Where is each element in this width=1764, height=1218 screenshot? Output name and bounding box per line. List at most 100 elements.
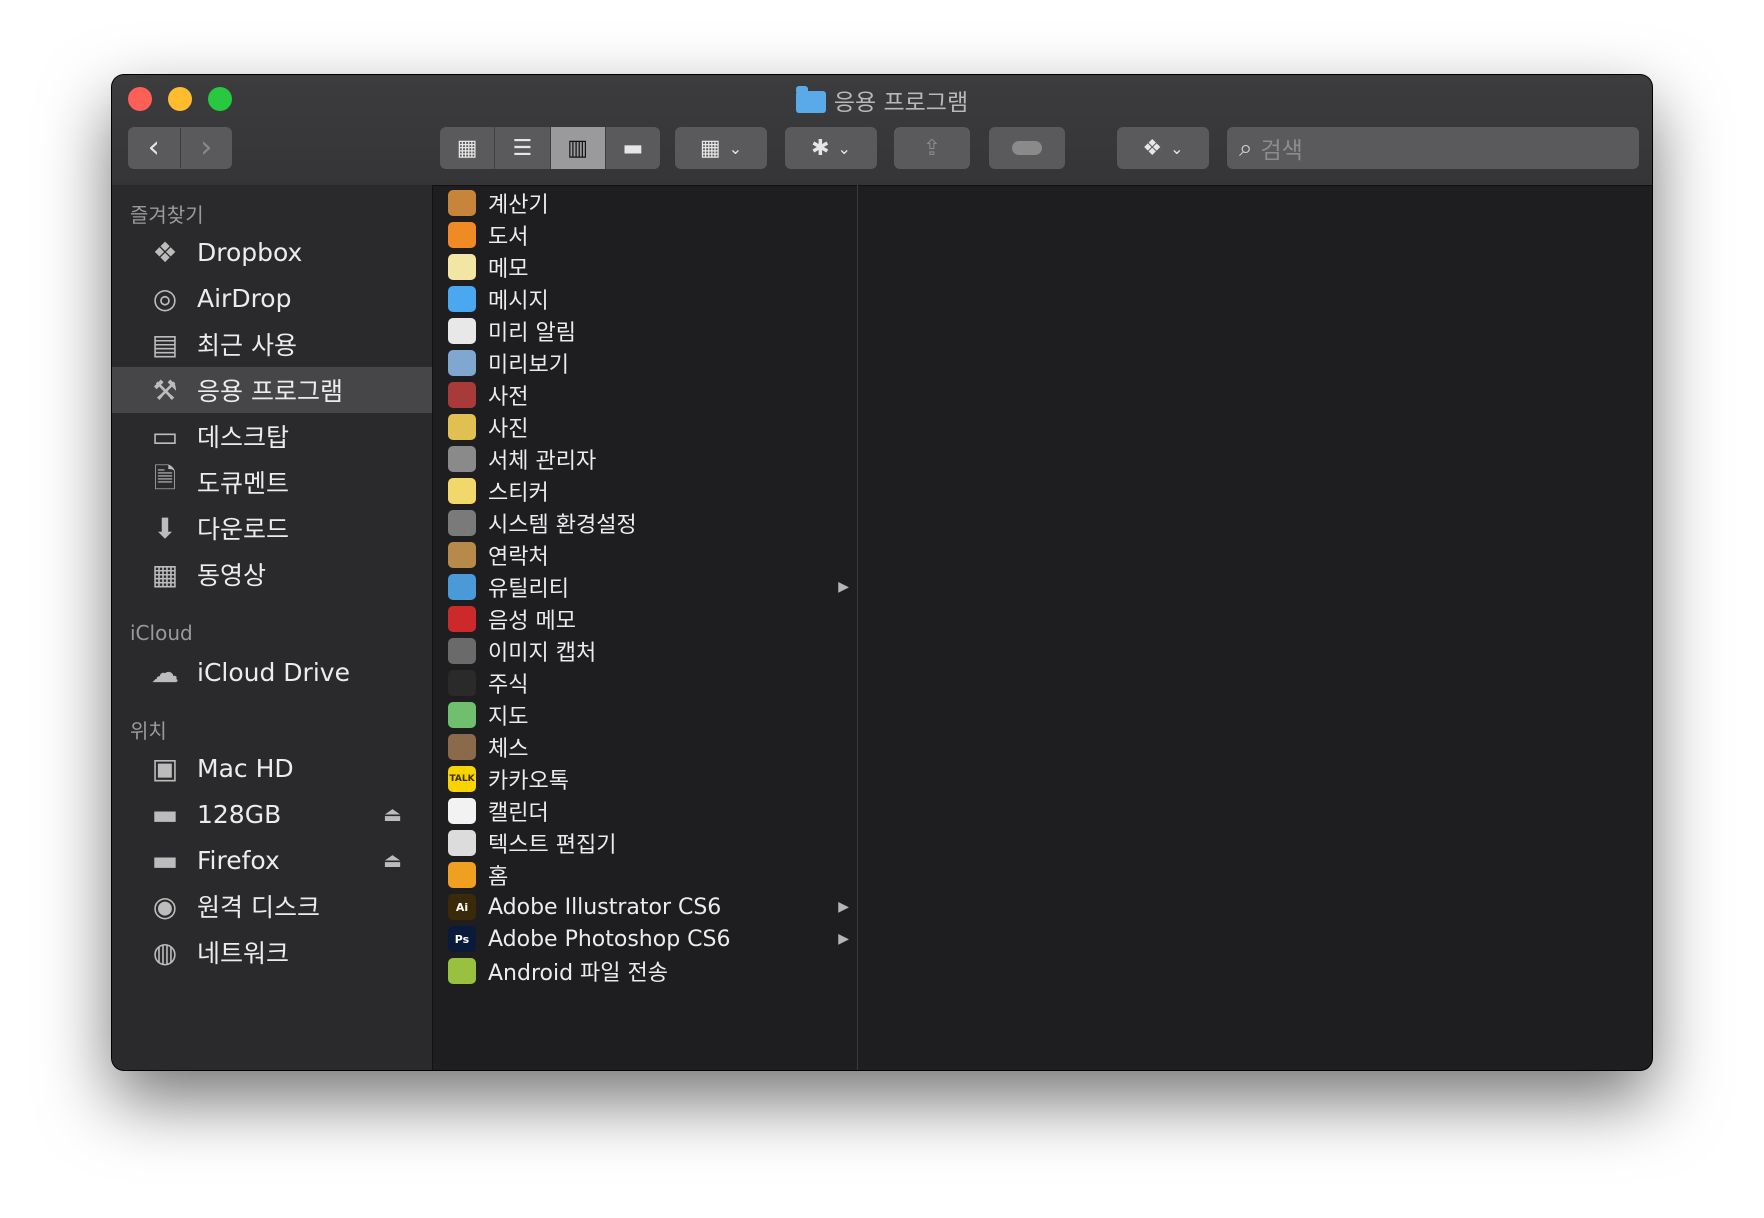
app-icon [448, 734, 476, 760]
sidebar-item[interactable]: ◍ 네트워크 [112, 929, 432, 975]
sidebar-item[interactable]: ◉ 원격 디스크 [112, 883, 432, 929]
list-item-label: 체스 [488, 737, 529, 762]
tag-button[interactable] [989, 127, 1065, 169]
sidebar-item[interactable]: ▦ 동영상 [112, 551, 432, 597]
app-icon [448, 190, 476, 216]
tag-icon [1012, 141, 1042, 155]
sidebar-item-label: 데스크탑 [197, 423, 290, 452]
list-item-label: 계산기 [488, 193, 549, 218]
list-item[interactable]: 도서 [434, 219, 857, 251]
list-item-label: 캘린더 [488, 801, 549, 826]
disclosure-arrow-icon: ▶ [838, 579, 849, 595]
search-placeholder: 검색 [1260, 138, 1303, 164]
sidebar-item-label: Mac HD [197, 753, 294, 783]
view-mode-control: ▦ ☰ ▥ ▬ [440, 127, 660, 169]
network-icon: ◍ [152, 935, 178, 969]
dropbox-icon: ❖ [152, 235, 178, 269]
share-button[interactable]: ⇪ [894, 127, 970, 169]
sidebar-item-label: 128GB [197, 799, 282, 829]
list-item[interactable]: 지도 [434, 699, 857, 731]
list-view-button[interactable]: ☰ [495, 127, 551, 169]
list-item-label: 도서 [488, 225, 529, 250]
sidebar-item-label: Firefox [197, 845, 280, 875]
sidebar-item-label: 네트워크 [197, 939, 290, 968]
list-item-label: 홈 [488, 865, 509, 890]
sidebar-item[interactable]: ▬ Firefox ⏏ [112, 837, 432, 883]
list-item[interactable]: 메시지 [434, 283, 857, 315]
column-view-button[interactable]: ▥ [550, 127, 606, 169]
group-button[interactable]: ▦ ⌄ [675, 127, 767, 169]
sidebar-item[interactable]: ▭ 데스크탑 [112, 413, 432, 459]
list-item[interactable]: 미리보기 [434, 347, 857, 379]
sidebar-item[interactable]: ☁ iCloud Drive [112, 649, 432, 695]
app-icon [448, 670, 476, 696]
app-icon [448, 606, 476, 632]
sidebar-item[interactable]: ◎ AirDrop [112, 275, 432, 321]
list-item[interactable]: TALK 카카오톡 [434, 763, 857, 795]
back-button[interactable]: ‹ [128, 128, 180, 168]
recents-icon: ▤ [151, 327, 179, 361]
sidebar-item[interactable]: ▬ 128GB ⏏ [112, 791, 432, 837]
share-icon: ⇪ [922, 135, 942, 161]
navigation-buttons: ‹ › [128, 127, 232, 169]
sidebar-item-label: 응용 프로그램 [197, 377, 343, 406]
list-item-label: Adobe Photoshop CS6 [488, 926, 731, 952]
desktop-icon: ▭ [151, 419, 179, 453]
list-item[interactable]: Ai Adobe Illustrator CS6 ▶ [434, 891, 857, 923]
app-icon: Ai [448, 894, 476, 920]
external-drive-icon: ▬ [151, 843, 179, 877]
list-item[interactable]: 서체 관리자 [434, 443, 857, 475]
sidebar-item[interactable]: ⬇ 다운로드 [112, 505, 432, 551]
sidebar-item[interactable]: 🗎 도큐멘트 [112, 459, 432, 505]
list-item[interactable]: 메모 [434, 251, 857, 283]
sidebar-item[interactable]: ⚒ 응용 프로그램 [112, 367, 432, 413]
app-icon [448, 830, 476, 856]
list-item[interactable]: 텍스트 편집기 [434, 827, 857, 859]
sidebar-item-label: 원격 디스크 [197, 893, 320, 922]
forward-button[interactable]: › [179, 128, 233, 168]
downloads-icon: ⬇ [153, 511, 177, 545]
list-item-label: 사전 [488, 385, 529, 410]
eject-icon[interactable]: ⏏ [383, 848, 402, 872]
icon-view-button[interactable]: ▦ [440, 127, 496, 169]
sidebar-item[interactable]: ▣ Mac HD [112, 745, 432, 791]
gallery-view-button[interactable]: ▬ [606, 127, 660, 169]
list-item[interactable]: 홈 [434, 859, 857, 891]
list-item[interactable]: 캘린더 [434, 795, 857, 827]
app-icon [448, 414, 476, 440]
list-item-label: 카카오톡 [488, 769, 569, 794]
list-item[interactable]: 유틸리티 ▶ [434, 571, 857, 603]
window-title: 응용 프로그램 [112, 83, 1652, 117]
sidebar-item[interactable]: ▤ 최근 사용 [112, 321, 432, 367]
list-item[interactable]: 이미지 캡처 [434, 635, 857, 667]
action-button[interactable]: ✱ ⌄ [785, 127, 877, 169]
titlebar: 응용 프로그램 ‹ › ▦ ☰ ▥ ▬ ▦ ⌄ ✱ ⌄ ⇪ ❖ ⌄ ⌕ 검색 [112, 75, 1652, 186]
eject-icon[interactable]: ⏏ [383, 802, 402, 826]
list-item[interactable]: Android 파일 전송 [434, 955, 857, 987]
app-icon [448, 638, 476, 664]
hard-drive-icon: ▣ [151, 751, 179, 785]
list-item[interactable]: 체스 [434, 731, 857, 763]
sidebar-item[interactable]: ❖ Dropbox [112, 229, 432, 275]
list-item[interactable]: Ps Adobe Photoshop CS6 ▶ [434, 923, 857, 955]
group-icon: ▦ [699, 135, 721, 161]
search-field[interactable]: ⌕ 검색 [1227, 127, 1639, 169]
remote-disc-icon: ◉ [152, 889, 178, 923]
window-title-text: 응용 프로그램 [833, 90, 969, 116]
dropbox-button[interactable]: ❖ ⌄ [1117, 127, 1209, 169]
list-item[interactable]: 시스템 환경설정 [434, 507, 857, 539]
search-icon: ⌕ [1239, 134, 1253, 162]
list-item-label: 메모 [488, 257, 529, 282]
list-item[interactable]: 스티커 [434, 475, 857, 507]
list-item[interactable]: 미리 알림 [434, 315, 857, 347]
list-item[interactable]: 사전 [434, 379, 857, 411]
list-item-label: 음성 메모 [488, 609, 576, 634]
list-item[interactable]: 사진 [434, 411, 857, 443]
app-icon [448, 542, 476, 568]
list-item[interactable]: 연락처 [434, 539, 857, 571]
list-item[interactable]: 계산기 [434, 187, 857, 219]
chevron-down-icon: ⌄ [728, 138, 743, 158]
list-item[interactable]: 주식 [434, 667, 857, 699]
list-item[interactable]: 음성 메모 [434, 603, 857, 635]
sidebar-item-label: 도큐멘트 [197, 469, 290, 498]
